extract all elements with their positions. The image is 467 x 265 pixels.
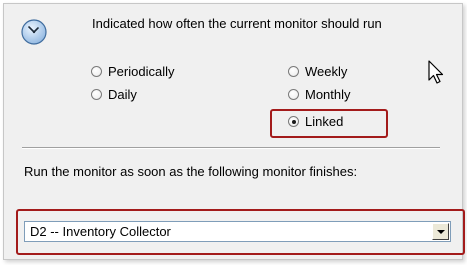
radio-monthly[interactable]: Monthly xyxy=(288,87,351,102)
chevron-down-icon[interactable] xyxy=(432,223,449,240)
radio-label: Monthly xyxy=(305,87,351,102)
monitor-schedule-panel: Indicated how often the current monitor … xyxy=(3,3,465,260)
clock-icon xyxy=(21,19,47,45)
dropdown-selected-value: D2 -- Inventory Collector xyxy=(30,224,171,239)
section-separator xyxy=(22,147,440,149)
radio-label: Periodically xyxy=(108,64,175,79)
radio-periodically[interactable]: Periodically xyxy=(91,64,174,79)
radio-weekly[interactable]: Weekly xyxy=(288,64,347,79)
radio-indicator[interactable] xyxy=(91,66,102,77)
radio-label: Weekly xyxy=(305,64,348,79)
linked-monitor-dropdown[interactable]: D2 -- Inventory Collector xyxy=(24,221,451,242)
radio-indicator[interactable] xyxy=(91,89,102,100)
radio-indicator[interactable] xyxy=(288,66,299,77)
radio-daily[interactable]: Daily xyxy=(91,87,137,102)
radio-indicator[interactable] xyxy=(288,89,299,100)
schedule-description: Indicated how often the current monitor … xyxy=(92,16,382,31)
linked-option-highlight xyxy=(270,109,388,138)
radio-label: Daily xyxy=(108,87,137,102)
run-after-label: Run the monitor as soon as the following… xyxy=(24,164,358,179)
arrow-cursor-icon xyxy=(428,60,444,84)
